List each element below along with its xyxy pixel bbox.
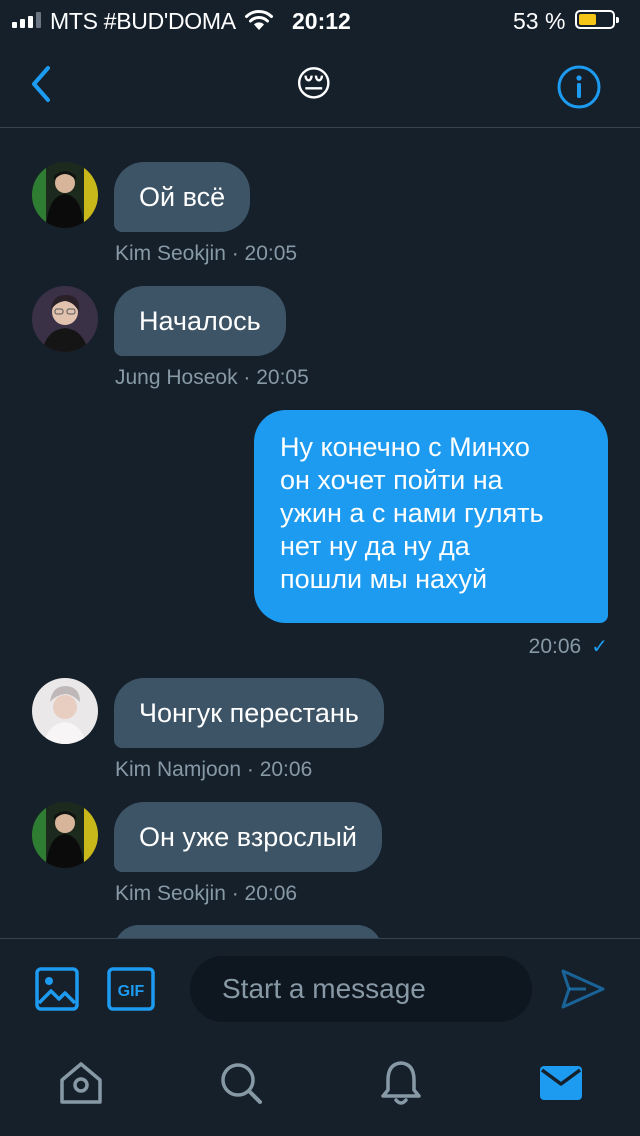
status-bar: MTS #BUD'DOMA 20:12 53 % (0, 0, 640, 40)
battery-fill (579, 14, 596, 25)
message-line: пошли мы нахуй (280, 564, 488, 594)
message-meta: Kim Seokjin · 20:05 (115, 242, 298, 265)
message-line: ужин а с нами гулять (280, 498, 544, 528)
conversation-header: 😔 (0, 40, 640, 128)
send-icon[interactable] (560, 967, 606, 1011)
home-icon[interactable] (56, 1058, 106, 1108)
message-meta: Kim Namjoon · 20:06 (115, 758, 313, 781)
avatar-kim-seokjin[interactable] (32, 802, 98, 868)
wifi-icon (245, 9, 273, 30)
message-input[interactable] (190, 956, 532, 1022)
notifications-bell-icon[interactable] (376, 1058, 426, 1108)
info-icon[interactable] (556, 64, 602, 110)
messages-envelope-icon[interactable] (536, 1058, 586, 1108)
message-composer: GIF (0, 938, 640, 1040)
gif-label: GIF (118, 983, 145, 1000)
message-bubble[interactable]: Он уже взрослый (114, 802, 382, 872)
message-bubble[interactable]: Началось (114, 286, 286, 356)
message-bubble[interactable]: Ой всё (114, 162, 251, 232)
search-icon[interactable] (216, 1058, 266, 1108)
tab-bar (0, 1040, 640, 1136)
conversation-title-emoji[interactable]: 😔 (295, 61, 333, 107)
outgoing-message-meta: 20:06 ✓ (529, 634, 608, 659)
message-meta: Kim Seokjin · 20:06 (115, 882, 298, 905)
sent-check-icon: ✓ (591, 636, 608, 658)
avatar-kim-namjoon[interactable] (32, 678, 98, 744)
battery-percent: 53 % (513, 8, 566, 34)
message-line: Ну конечно с Минхо (280, 432, 530, 462)
message-list[interactable]: Ой всё Kim Seokjin · 20:05 Началось Jung… (0, 129, 640, 938)
message-line: нет ну да ну да (280, 531, 470, 561)
battery-icon (575, 10, 619, 29)
signal-icon (12, 12, 41, 28)
avatar-kim-seokjin[interactable] (32, 162, 98, 228)
outgoing-message-bubble[interactable]: Ну конечно с Минхо он хочет пойти на ужи… (254, 410, 608, 623)
gif-icon: GIF (107, 967, 155, 1011)
back-arrow-icon[interactable] (26, 62, 58, 106)
message-line: он хочет пойти на (280, 465, 503, 495)
message-bubble[interactable]: Чонгук перестань (114, 678, 384, 748)
gif-button[interactable]: GIF (107, 967, 155, 1011)
message-time: 20:06 (528, 635, 582, 658)
carrier-name: MTS #BUD'DOMA (50, 8, 236, 34)
message-meta: Jung Hoseok · 20:05 (115, 366, 309, 389)
message-bubble-partial[interactable] (114, 925, 382, 938)
image-icon[interactable] (35, 967, 79, 1011)
avatar-jung-hoseok[interactable] (32, 286, 98, 352)
clock: 20:12 (292, 8, 351, 34)
